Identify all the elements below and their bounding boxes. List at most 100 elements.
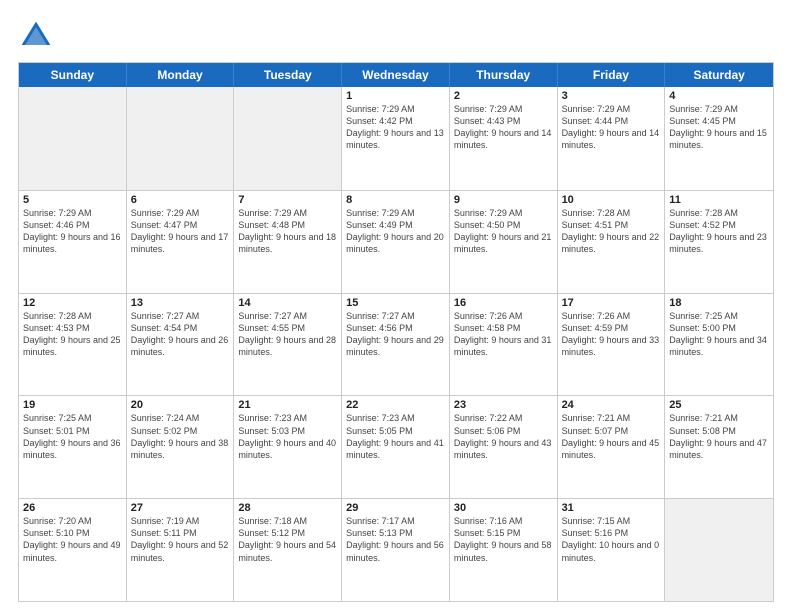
header-day-tuesday: Tuesday: [234, 63, 342, 87]
cell-info: Sunrise: 7:17 AM Sunset: 5:13 PM Dayligh…: [346, 515, 445, 564]
day-number: 30: [454, 502, 553, 514]
cell-info: Sunrise: 7:29 AM Sunset: 4:47 PM Dayligh…: [131, 207, 230, 256]
cell-info: Sunrise: 7:26 AM Sunset: 4:59 PM Dayligh…: [562, 310, 661, 359]
calendar-cell: 20Sunrise: 7:24 AM Sunset: 5:02 PM Dayli…: [127, 396, 235, 498]
day-number: 29: [346, 502, 445, 514]
calendar-cell: [19, 87, 127, 190]
day-number: 18: [669, 297, 769, 309]
cell-info: Sunrise: 7:24 AM Sunset: 5:02 PM Dayligh…: [131, 412, 230, 461]
calendar-cell: 13Sunrise: 7:27 AM Sunset: 4:54 PM Dayli…: [127, 294, 235, 396]
page: SundayMondayTuesdayWednesdayThursdayFrid…: [0, 0, 792, 612]
calendar-cell: 14Sunrise: 7:27 AM Sunset: 4:55 PM Dayli…: [234, 294, 342, 396]
day-number: 9: [454, 194, 553, 206]
calendar-cell: 18Sunrise: 7:25 AM Sunset: 5:00 PM Dayli…: [665, 294, 773, 396]
cell-info: Sunrise: 7:22 AM Sunset: 5:06 PM Dayligh…: [454, 412, 553, 461]
cell-info: Sunrise: 7:23 AM Sunset: 5:05 PM Dayligh…: [346, 412, 445, 461]
cell-info: Sunrise: 7:29 AM Sunset: 4:44 PM Dayligh…: [562, 103, 661, 152]
day-number: 2: [454, 90, 553, 102]
cell-info: Sunrise: 7:29 AM Sunset: 4:46 PM Dayligh…: [23, 207, 122, 256]
calendar-cell: 5Sunrise: 7:29 AM Sunset: 4:46 PM Daylig…: [19, 191, 127, 293]
calendar: SundayMondayTuesdayWednesdayThursdayFrid…: [18, 62, 774, 602]
cell-info: Sunrise: 7:28 AM Sunset: 4:53 PM Dayligh…: [23, 310, 122, 359]
cell-info: Sunrise: 7:16 AM Sunset: 5:15 PM Dayligh…: [454, 515, 553, 564]
calendar-cell: 4Sunrise: 7:29 AM Sunset: 4:45 PM Daylig…: [665, 87, 773, 190]
cell-info: Sunrise: 7:29 AM Sunset: 4:49 PM Dayligh…: [346, 207, 445, 256]
day-number: 31: [562, 502, 661, 514]
day-number: 13: [131, 297, 230, 309]
day-number: 28: [238, 502, 337, 514]
calendar-cell: 17Sunrise: 7:26 AM Sunset: 4:59 PM Dayli…: [558, 294, 666, 396]
calendar-week-1: 1Sunrise: 7:29 AM Sunset: 4:42 PM Daylig…: [19, 87, 773, 190]
cell-info: Sunrise: 7:29 AM Sunset: 4:48 PM Dayligh…: [238, 207, 337, 256]
calendar-cell: 2Sunrise: 7:29 AM Sunset: 4:43 PM Daylig…: [450, 87, 558, 190]
calendar-cell: 23Sunrise: 7:22 AM Sunset: 5:06 PM Dayli…: [450, 396, 558, 498]
day-number: 27: [131, 502, 230, 514]
calendar-week-4: 19Sunrise: 7:25 AM Sunset: 5:01 PM Dayli…: [19, 395, 773, 498]
header-day-monday: Monday: [127, 63, 235, 87]
day-number: 1: [346, 90, 445, 102]
calendar-cell: 12Sunrise: 7:28 AM Sunset: 4:53 PM Dayli…: [19, 294, 127, 396]
cell-info: Sunrise: 7:21 AM Sunset: 5:08 PM Dayligh…: [669, 412, 769, 461]
calendar-cell: 24Sunrise: 7:21 AM Sunset: 5:07 PM Dayli…: [558, 396, 666, 498]
calendar-cell: 11Sunrise: 7:28 AM Sunset: 4:52 PM Dayli…: [665, 191, 773, 293]
cell-info: Sunrise: 7:15 AM Sunset: 5:16 PM Dayligh…: [562, 515, 661, 564]
calendar-cell: 28Sunrise: 7:18 AM Sunset: 5:12 PM Dayli…: [234, 499, 342, 601]
cell-info: Sunrise: 7:29 AM Sunset: 4:43 PM Dayligh…: [454, 103, 553, 152]
cell-info: Sunrise: 7:27 AM Sunset: 4:56 PM Dayligh…: [346, 310, 445, 359]
cell-info: Sunrise: 7:29 AM Sunset: 4:42 PM Dayligh…: [346, 103, 445, 152]
calendar-cell: 30Sunrise: 7:16 AM Sunset: 5:15 PM Dayli…: [450, 499, 558, 601]
calendar-cell: 25Sunrise: 7:21 AM Sunset: 5:08 PM Dayli…: [665, 396, 773, 498]
cell-info: Sunrise: 7:19 AM Sunset: 5:11 PM Dayligh…: [131, 515, 230, 564]
calendar-cell: 9Sunrise: 7:29 AM Sunset: 4:50 PM Daylig…: [450, 191, 558, 293]
day-number: 20: [131, 399, 230, 411]
day-number: 7: [238, 194, 337, 206]
cell-info: Sunrise: 7:29 AM Sunset: 4:50 PM Dayligh…: [454, 207, 553, 256]
cell-info: Sunrise: 7:29 AM Sunset: 4:45 PM Dayligh…: [669, 103, 769, 152]
cell-info: Sunrise: 7:27 AM Sunset: 4:54 PM Dayligh…: [131, 310, 230, 359]
cell-info: Sunrise: 7:21 AM Sunset: 5:07 PM Dayligh…: [562, 412, 661, 461]
calendar-cell: 29Sunrise: 7:17 AM Sunset: 5:13 PM Dayli…: [342, 499, 450, 601]
calendar-cell: 19Sunrise: 7:25 AM Sunset: 5:01 PM Dayli…: [19, 396, 127, 498]
calendar-cell: 26Sunrise: 7:20 AM Sunset: 5:10 PM Dayli…: [19, 499, 127, 601]
day-number: 5: [23, 194, 122, 206]
calendar-cell: 22Sunrise: 7:23 AM Sunset: 5:05 PM Dayli…: [342, 396, 450, 498]
header-day-saturday: Saturday: [665, 63, 773, 87]
cell-info: Sunrise: 7:28 AM Sunset: 4:52 PM Dayligh…: [669, 207, 769, 256]
day-number: 26: [23, 502, 122, 514]
calendar-cell: [665, 499, 773, 601]
day-number: 10: [562, 194, 661, 206]
logo: [18, 18, 58, 54]
header-day-thursday: Thursday: [450, 63, 558, 87]
header-day-friday: Friday: [558, 63, 666, 87]
calendar-cell: 15Sunrise: 7:27 AM Sunset: 4:56 PM Dayli…: [342, 294, 450, 396]
day-number: 21: [238, 399, 337, 411]
day-number: 17: [562, 297, 661, 309]
day-number: 8: [346, 194, 445, 206]
cell-info: Sunrise: 7:25 AM Sunset: 5:00 PM Dayligh…: [669, 310, 769, 359]
calendar-cell: 8Sunrise: 7:29 AM Sunset: 4:49 PM Daylig…: [342, 191, 450, 293]
calendar-cell: [127, 87, 235, 190]
cell-info: Sunrise: 7:20 AM Sunset: 5:10 PM Dayligh…: [23, 515, 122, 564]
calendar-cell: 1Sunrise: 7:29 AM Sunset: 4:42 PM Daylig…: [342, 87, 450, 190]
day-number: 16: [454, 297, 553, 309]
day-number: 15: [346, 297, 445, 309]
calendar-cell: 21Sunrise: 7:23 AM Sunset: 5:03 PM Dayli…: [234, 396, 342, 498]
calendar-cell: 10Sunrise: 7:28 AM Sunset: 4:51 PM Dayli…: [558, 191, 666, 293]
logo-icon: [18, 18, 54, 54]
calendar-body: 1Sunrise: 7:29 AM Sunset: 4:42 PM Daylig…: [19, 87, 773, 601]
calendar-cell: [234, 87, 342, 190]
day-number: 4: [669, 90, 769, 102]
day-number: 24: [562, 399, 661, 411]
header-day-sunday: Sunday: [19, 63, 127, 87]
calendar-week-3: 12Sunrise: 7:28 AM Sunset: 4:53 PM Dayli…: [19, 293, 773, 396]
calendar-week-2: 5Sunrise: 7:29 AM Sunset: 4:46 PM Daylig…: [19, 190, 773, 293]
day-number: 3: [562, 90, 661, 102]
day-number: 19: [23, 399, 122, 411]
day-number: 6: [131, 194, 230, 206]
day-number: 23: [454, 399, 553, 411]
calendar-cell: 7Sunrise: 7:29 AM Sunset: 4:48 PM Daylig…: [234, 191, 342, 293]
calendar-cell: 3Sunrise: 7:29 AM Sunset: 4:44 PM Daylig…: [558, 87, 666, 190]
calendar-week-5: 26Sunrise: 7:20 AM Sunset: 5:10 PM Dayli…: [19, 498, 773, 601]
calendar-cell: 6Sunrise: 7:29 AM Sunset: 4:47 PM Daylig…: [127, 191, 235, 293]
day-number: 22: [346, 399, 445, 411]
